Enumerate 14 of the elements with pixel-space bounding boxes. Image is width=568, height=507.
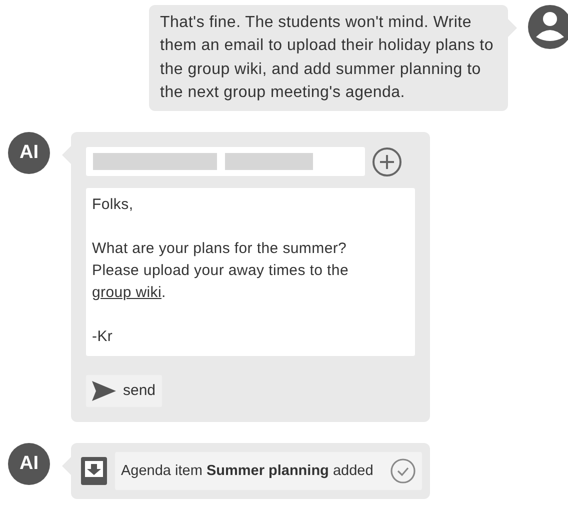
notice-text: Agenda item Summer planning added bbox=[121, 462, 374, 479]
ai-avatar: AI bbox=[8, 132, 50, 174]
inbox-download-icon bbox=[81, 456, 107, 485]
email-paragraph: What are your plans for the summer? Please upload your away times to the group wiki. bbox=[92, 238, 350, 303]
recipients-field[interactable] bbox=[86, 147, 365, 176]
email-paragraph: -Kr bbox=[92, 326, 114, 347]
email-paragraph: Folks, bbox=[92, 194, 134, 215]
message-text: That's fine. The students won't mind. Write them an email to upload their holiday plans to the group wiki, and add summer planning to the next group meeting's agenda. bbox=[160, 13, 494, 104]
ai-avatar: AI bbox=[8, 442, 50, 485]
add-icon[interactable] bbox=[372, 146, 402, 177]
send-button[interactable]: send bbox=[86, 374, 162, 407]
wiki-link[interactable]: group wiki bbox=[92, 284, 162, 301]
send-icon bbox=[92, 380, 116, 401]
check-icon bbox=[390, 458, 416, 484]
